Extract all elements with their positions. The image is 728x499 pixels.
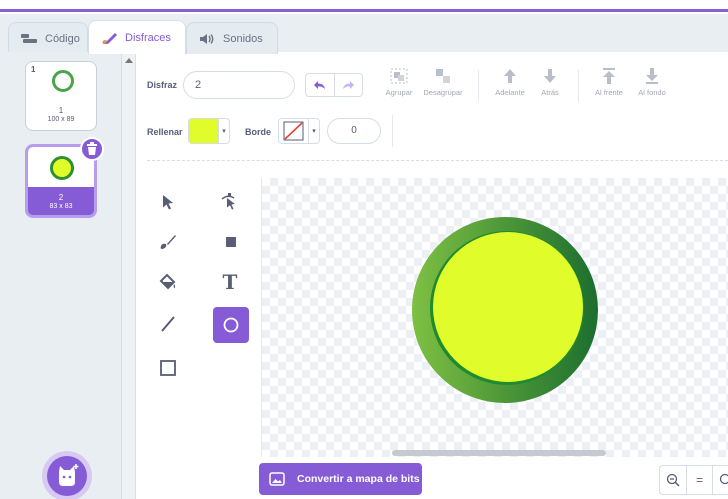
- fill-tool[interactable]: [151, 265, 185, 299]
- undo-button[interactable]: [306, 74, 334, 96]
- rectangle-icon: [160, 360, 176, 376]
- costume-size: 83 x 83: [49, 203, 73, 210]
- outline-label: Borde: [245, 127, 272, 137]
- scroll-up-icon[interactable]: [125, 58, 133, 63]
- brush-icon: [160, 235, 176, 249]
- costume-thumbnail: [50, 156, 74, 180]
- zoom-in-button[interactable]: [711, 466, 728, 494]
- reshape-icon: [221, 193, 235, 210]
- to-front-button[interactable]: Al frente: [590, 67, 628, 97]
- backward-label: Atrás: [541, 88, 559, 97]
- fill-swatch: [189, 119, 218, 143]
- to-back-icon: [646, 68, 658, 84]
- select-tool[interactable]: [151, 185, 185, 219]
- to-back-button[interactable]: Al fondo: [632, 67, 672, 97]
- choose-costume-button[interactable]: [47, 456, 87, 496]
- costume-item-1[interactable]: 1 1 100 x 89: [25, 61, 97, 131]
- zoom-controls: =: [659, 465, 728, 495]
- undo-icon: [313, 81, 325, 89]
- circle-icon: [223, 317, 239, 333]
- costume-label: Disfraz: [147, 80, 178, 90]
- code-icon: [21, 33, 39, 45]
- redo-icon: [343, 81, 355, 89]
- ungroup-icon: [436, 69, 450, 83]
- tab-sounds[interactable]: Sonidos: [186, 22, 278, 54]
- zoom-out-button[interactable]: [660, 466, 686, 494]
- to-back-label: Al fondo: [638, 88, 666, 97]
- no-color-icon: [279, 119, 308, 143]
- to-front-icon: [603, 68, 615, 84]
- line-tool[interactable]: [151, 307, 185, 341]
- line-icon: [161, 316, 175, 332]
- text-tool[interactable]: T: [213, 265, 247, 299]
- group-label: Agrupar: [385, 88, 413, 97]
- forward-button[interactable]: Adelante: [491, 67, 529, 97]
- costume-name: 1: [58, 106, 64, 115]
- costume-name-input[interactable]: 2: [183, 71, 295, 99]
- outline-width-input[interactable]: 0: [327, 118, 381, 144]
- redo-button[interactable]: [333, 74, 363, 96]
- text-icon: T: [222, 270, 238, 294]
- chevron-down-icon: ▾: [218, 119, 229, 143]
- circle-tool[interactable]: [213, 307, 249, 343]
- costume-size: 100 x 89: [47, 116, 75, 123]
- tab-costumes-label: Disfraces: [125, 31, 171, 44]
- reshape-tool[interactable]: [213, 185, 247, 219]
- canvas-scrollbar[interactable]: [392, 450, 606, 456]
- trash-icon: [87, 142, 97, 155]
- costume-number: 2: [33, 150, 38, 159]
- group-icon: [390, 68, 408, 84]
- forward-icon: [504, 69, 516, 83]
- costume-name: 2: [58, 193, 64, 202]
- tab-code[interactable]: Código: [8, 22, 88, 54]
- zoom-in-icon: [719, 473, 728, 485]
- tab-strip: Código Disfraces Sonidos: [0, 14, 728, 54]
- costume-thumbnail: [52, 70, 74, 92]
- forward-label: Adelante: [495, 88, 525, 97]
- to-front-label: Al frente: [595, 88, 623, 97]
- tab-code-label: Código: [45, 32, 80, 45]
- convert-to-bitmap-button[interactable]: Convertir a mapa de bits: [259, 463, 422, 495]
- top-bar: [0, 0, 728, 12]
- brush-icon: [101, 32, 119, 44]
- backward-icon: [544, 69, 556, 83]
- ungroup-label: Desagrupar: [423, 88, 463, 97]
- backward-button[interactable]: Atrás: [535, 67, 565, 97]
- rectangle-tool[interactable]: [151, 351, 185, 385]
- fill-color-picker[interactable]: ▾: [188, 118, 230, 144]
- costume-list-scrollbar[interactable]: [122, 52, 136, 499]
- ungroup-button[interactable]: Desagrupar: [418, 67, 468, 97]
- convert-to-bitmap-label: Convertir a mapa de bits: [297, 473, 420, 485]
- cat-plus-icon: [59, 464, 79, 486]
- eraser-icon: [226, 237, 236, 247]
- tab-sounds-label: Sonidos: [223, 32, 263, 45]
- fill-bucket-icon: [159, 273, 176, 290]
- costume-list: 1 1 100 x 89 2 2 83 x 83: [0, 52, 122, 499]
- group-button[interactable]: Agrupar: [382, 67, 416, 97]
- delete-costume-button[interactable]: [80, 137, 104, 161]
- fill-label: Rellenar: [147, 127, 183, 137]
- tab-costumes[interactable]: Disfraces: [88, 20, 186, 54]
- costume-number: 1: [31, 65, 36, 74]
- outline-color-picker[interactable]: ▾: [278, 118, 320, 144]
- zoom-reset-button[interactable]: =: [685, 466, 712, 494]
- brush-tool[interactable]: [151, 225, 185, 259]
- chevron-down-icon: ▾: [308, 119, 319, 143]
- image-icon: [269, 472, 285, 486]
- paint-canvas[interactable]: [261, 178, 728, 457]
- zoom-out-icon: [666, 473, 680, 487]
- speaker-icon: [199, 33, 217, 45]
- undo-redo-group: [305, 73, 363, 97]
- costume-shape[interactable]: [262, 178, 728, 457]
- select-arrow-icon: [163, 195, 173, 210]
- eraser-tool[interactable]: [213, 225, 247, 259]
